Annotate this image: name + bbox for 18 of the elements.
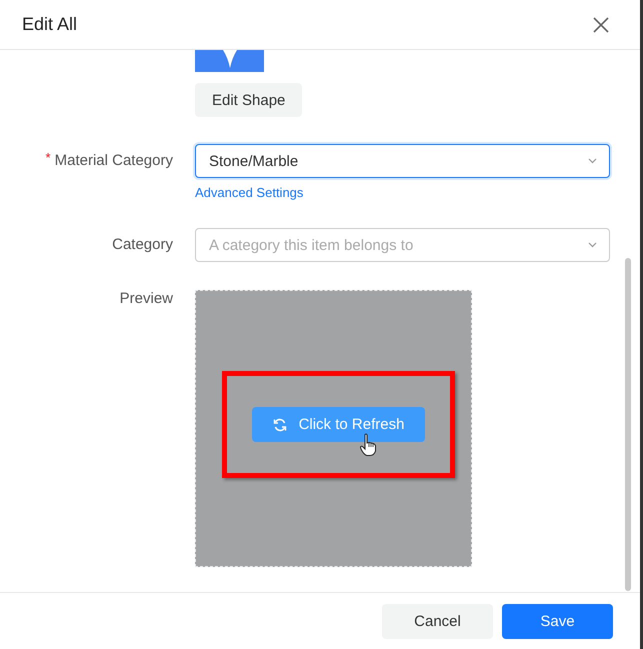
chevron-down-icon (588, 242, 597, 248)
dialog-title: Edit All (22, 14, 78, 35)
field-label: Category (112, 235, 173, 255)
hand-cursor-icon (359, 433, 377, 457)
field-label: Material Category (54, 151, 173, 171)
advanced-settings-link[interactable]: Advanced Settings (195, 185, 304, 200)
close-button[interactable] (592, 16, 610, 34)
save-button[interactable]: Save (502, 604, 613, 638)
select-field[interactable]: A category this item belongs to (195, 228, 610, 262)
required-mark: * (46, 149, 51, 167)
edit-shape-button[interactable]: Edit Shape (195, 83, 302, 117)
scrollbar-thumb[interactable] (625, 258, 631, 591)
field-label: Preview (120, 290, 173, 309)
select-field[interactable]: Stone/Marble (195, 144, 610, 178)
cancel-button[interactable]: Cancel (382, 604, 493, 638)
chevron-down-icon (588, 158, 597, 164)
refresh-button[interactable]: Click to Refresh (252, 407, 425, 442)
refresh-icon (272, 418, 287, 432)
